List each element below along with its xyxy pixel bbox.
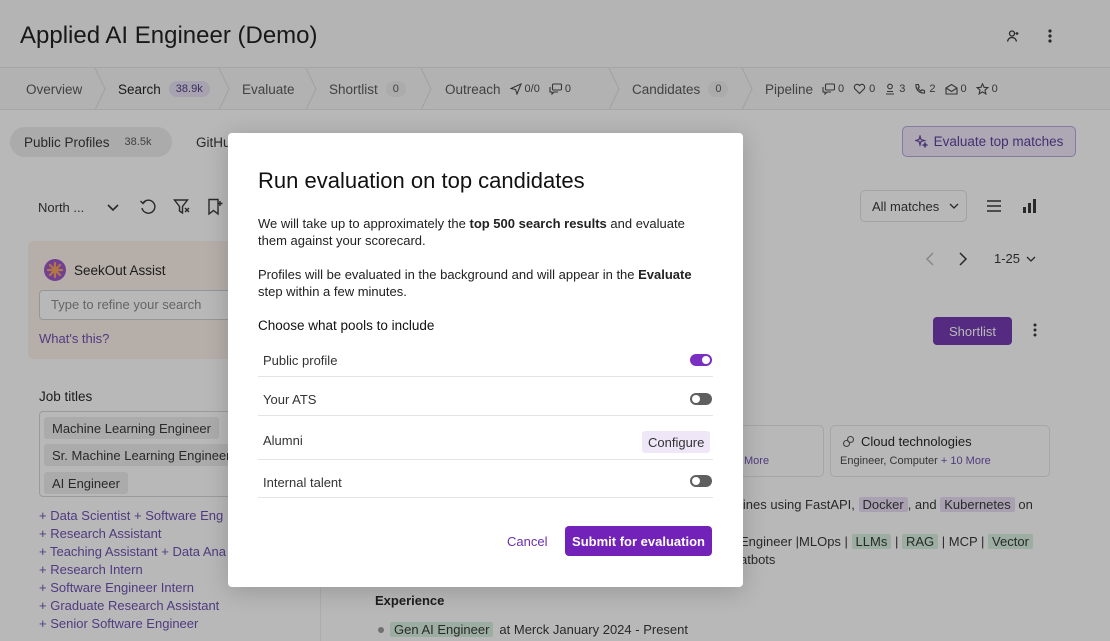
pool-row-internal-talent: Internal talent [258,460,713,498]
run-evaluation-dialog: Run evaluation on top candidates We will… [228,133,743,587]
public-profile-toggle[interactable] [690,354,712,366]
toggle-knob [692,395,700,403]
pool-name: Alumni [263,433,303,448]
internal-talent-toggle[interactable] [690,475,712,487]
pool-row-your-ats: Your ATS [258,377,713,416]
dialog-description: Profiles will be evaluated in the backgr… [258,267,692,299]
alumni-configure-button[interactable]: Configure [642,431,711,453]
pools-label: Choose what pools to include [258,318,435,333]
dialog-description: We will take up to approximately the top… [258,216,685,248]
cancel-button[interactable]: Cancel [507,534,547,549]
toggle-knob [702,356,710,364]
pool-name: Your ATS [263,392,317,407]
submit-for-evaluation-button[interactable]: Submit for evaluation [565,526,712,556]
your-ats-toggle[interactable] [690,393,712,405]
pool-name: Internal talent [263,475,342,490]
pool-row-public-profile: Public profile [258,343,713,377]
pool-name: Public profile [263,353,338,368]
toggle-knob [692,477,700,485]
dialog-title: Run evaluation on top candidates [258,168,585,193]
